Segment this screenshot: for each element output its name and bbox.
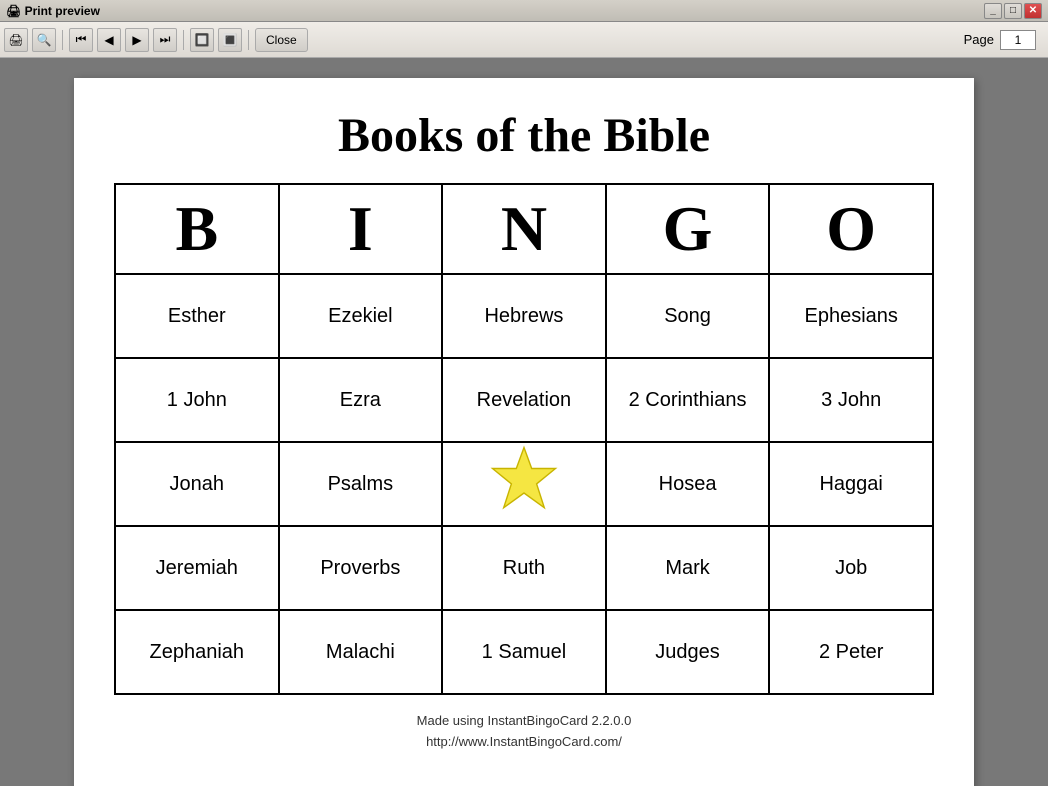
paper: Books of the Bible B I N G O Esther Ezek… xyxy=(74,78,974,786)
cell-r2c2: Ezra xyxy=(279,358,443,442)
separator-3 xyxy=(248,30,249,50)
cell-r1c2: Ezekiel xyxy=(279,274,443,358)
cell-r1c5: Ephesians xyxy=(769,274,933,358)
page-info: Page xyxy=(964,30,1044,50)
header-o: O xyxy=(769,184,933,274)
table-row: 1 John Ezra Revelation 2 Corinthians 3 J… xyxy=(115,358,933,442)
window-title: Print preview xyxy=(25,4,100,18)
table-row: Zephaniah Malachi 1 Samuel Judges 2 Pete… xyxy=(115,610,933,694)
main-area: Books of the Bible B I N G O Esther Ezek… xyxy=(0,58,1048,786)
cell-r4c4: Mark xyxy=(606,526,770,610)
toolbar: 🖨 🔍 ⏮ ◀ ▶ ⏭ 🔲 🔳 Close Page xyxy=(0,22,1048,58)
star-icon xyxy=(489,444,559,514)
cell-r3c4: Hosea xyxy=(606,442,770,526)
minimize-button[interactable]: _ xyxy=(984,3,1002,19)
table-row: Jeremiah Proverbs Ruth Mark Job xyxy=(115,526,933,610)
table-row: Jonah Psalms Hosea Haggai xyxy=(115,442,933,526)
bingo-title: Books of the Bible xyxy=(338,108,710,163)
nav-first-icon[interactable]: ⏮ xyxy=(69,28,93,52)
cell-r4c3: Ruth xyxy=(442,526,606,610)
cell-r4c1: Jeremiah xyxy=(115,526,279,610)
cell-r5c3: 1 Samuel xyxy=(442,610,606,694)
cell-r1c4: Song xyxy=(606,274,770,358)
maximize-button[interactable]: □ xyxy=(1004,3,1022,19)
header-b: B xyxy=(115,184,279,274)
cell-r1c3: Hebrews xyxy=(442,274,606,358)
cell-r2c4: 2 Corinthians xyxy=(606,358,770,442)
header-i: I xyxy=(279,184,443,274)
close-button[interactable]: Close xyxy=(255,28,308,52)
bingo-table: B I N G O Esther Ezekiel Hebrews Song Ep… xyxy=(114,183,934,695)
cell-r5c2: Malachi xyxy=(279,610,443,694)
cell-r4c5: Job xyxy=(769,526,933,610)
window-controls: _ □ ✕ xyxy=(984,3,1042,19)
nav-next-icon[interactable]: ▶ xyxy=(125,28,149,52)
title-bar: 🖨 Print preview _ □ ✕ xyxy=(0,0,1048,22)
table-row: Esther Ezekiel Hebrews Song Ephesians xyxy=(115,274,933,358)
separator-1 xyxy=(62,30,63,50)
cell-r4c2: Proverbs xyxy=(279,526,443,610)
cell-r2c3: Revelation xyxy=(442,358,606,442)
footer-line2: http://www.InstantBingoCard.com/ xyxy=(417,732,632,753)
cell-r5c4: Judges xyxy=(606,610,770,694)
cell-r1c1: Esther xyxy=(115,274,279,358)
cell-r3c5: Haggai xyxy=(769,442,933,526)
footer-line1: Made using InstantBingoCard 2.2.0.0 xyxy=(417,711,632,732)
cell-r5c5: 2 Peter xyxy=(769,610,933,694)
page-number-input[interactable] xyxy=(1000,30,1036,50)
zoom-out-icon[interactable]: 🔲 xyxy=(190,28,214,52)
print-icon[interactable]: 🖨 xyxy=(4,28,28,52)
search-icon[interactable]: 🔍 xyxy=(32,28,56,52)
window-close-button[interactable]: ✕ xyxy=(1024,3,1042,19)
nav-last-icon[interactable]: ⏭ xyxy=(153,28,177,52)
cell-r3c2: Psalms xyxy=(279,442,443,526)
nav-prev-icon[interactable]: ◀ xyxy=(97,28,121,52)
zoom-in-icon[interactable]: 🔳 xyxy=(218,28,242,52)
footer: Made using InstantBingoCard 2.2.0.0 http… xyxy=(417,711,632,753)
separator-2 xyxy=(183,30,184,50)
cell-r5c1: Zephaniah xyxy=(115,610,279,694)
cell-r2c1: 1 John xyxy=(115,358,279,442)
header-g: G xyxy=(606,184,770,274)
header-n: N xyxy=(442,184,606,274)
window-icon: 🖨 xyxy=(6,4,21,18)
cell-r3c1: Jonah xyxy=(115,442,279,526)
bingo-header-row: B I N G O xyxy=(115,184,933,274)
free-space-cell xyxy=(442,442,606,526)
page-label: Page xyxy=(964,32,994,47)
cell-r2c5: 3 John xyxy=(769,358,933,442)
